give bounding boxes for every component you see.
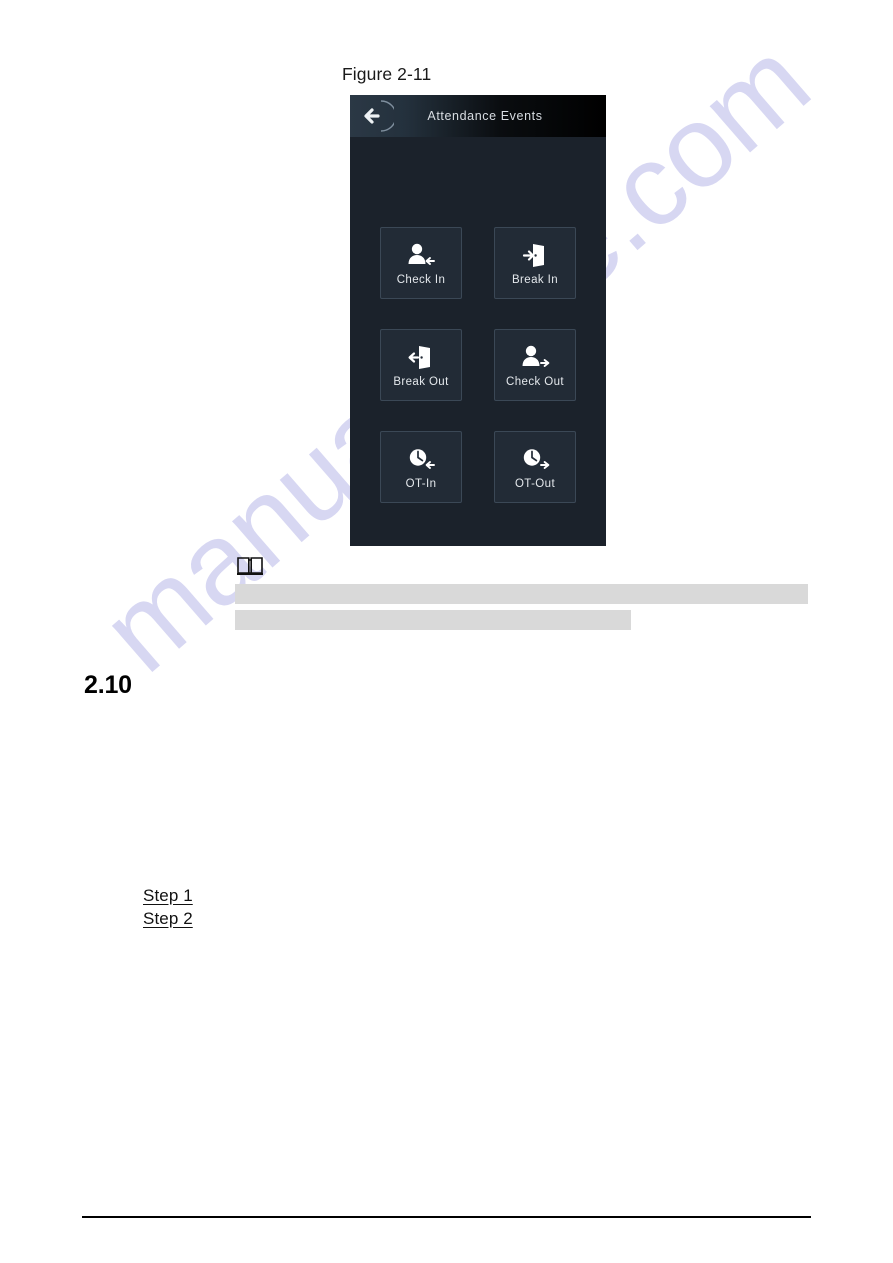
event-button-label: Break Out — [393, 376, 449, 388]
device-title: Attendance Events — [427, 109, 543, 123]
clock-arrow-out-icon — [520, 444, 550, 474]
event-button-check-in[interactable]: Check In — [380, 227, 462, 299]
attendance-event-grid: Check In Break In Break Out Check Out OT… — [380, 227, 576, 503]
button-row: OT-In OT-Out — [380, 431, 576, 503]
door-arrow-out-icon — [406, 342, 436, 372]
event-button-ot-out[interactable]: OT-Out — [494, 431, 576, 503]
open-book-icon — [236, 554, 264, 578]
event-button-break-out[interactable]: Break Out — [380, 329, 462, 401]
note-redacted-line — [235, 584, 808, 604]
event-button-break-in[interactable]: Break In — [494, 227, 576, 299]
device-body: Check In Break In Break Out Check Out OT… — [350, 137, 606, 546]
footer-rule — [82, 1216, 811, 1218]
step-1-label: Step 1 — [143, 886, 193, 905]
event-button-label: Break In — [511, 274, 559, 286]
event-button-label: Check In — [396, 274, 446, 286]
person-arrow-in-icon — [406, 240, 436, 270]
button-row: Check In Break In — [380, 227, 576, 299]
step-2-label: Step 2 — [143, 909, 193, 928]
section-heading: 2.10 — [84, 671, 132, 699]
event-button-ot-in[interactable]: OT-In — [380, 431, 462, 503]
button-row: Break Out Check Out — [380, 329, 576, 401]
person-arrow-out-icon — [520, 342, 550, 372]
clock-arrow-in-icon — [406, 444, 436, 474]
device-header: Attendance Events — [350, 95, 606, 137]
device-screenshot: Attendance Events Check In Break In Brea… — [350, 95, 606, 546]
event-button-label: OT-Out — [514, 478, 556, 490]
note-redacted-line — [235, 610, 631, 630]
event-button-check-out[interactable]: Check Out — [494, 329, 576, 401]
figure-caption: Figure 2-11 — [342, 64, 432, 84]
event-button-label: OT-In — [405, 478, 437, 490]
event-button-label: Check Out — [506, 376, 564, 388]
door-arrow-in-icon — [520, 240, 550, 270]
